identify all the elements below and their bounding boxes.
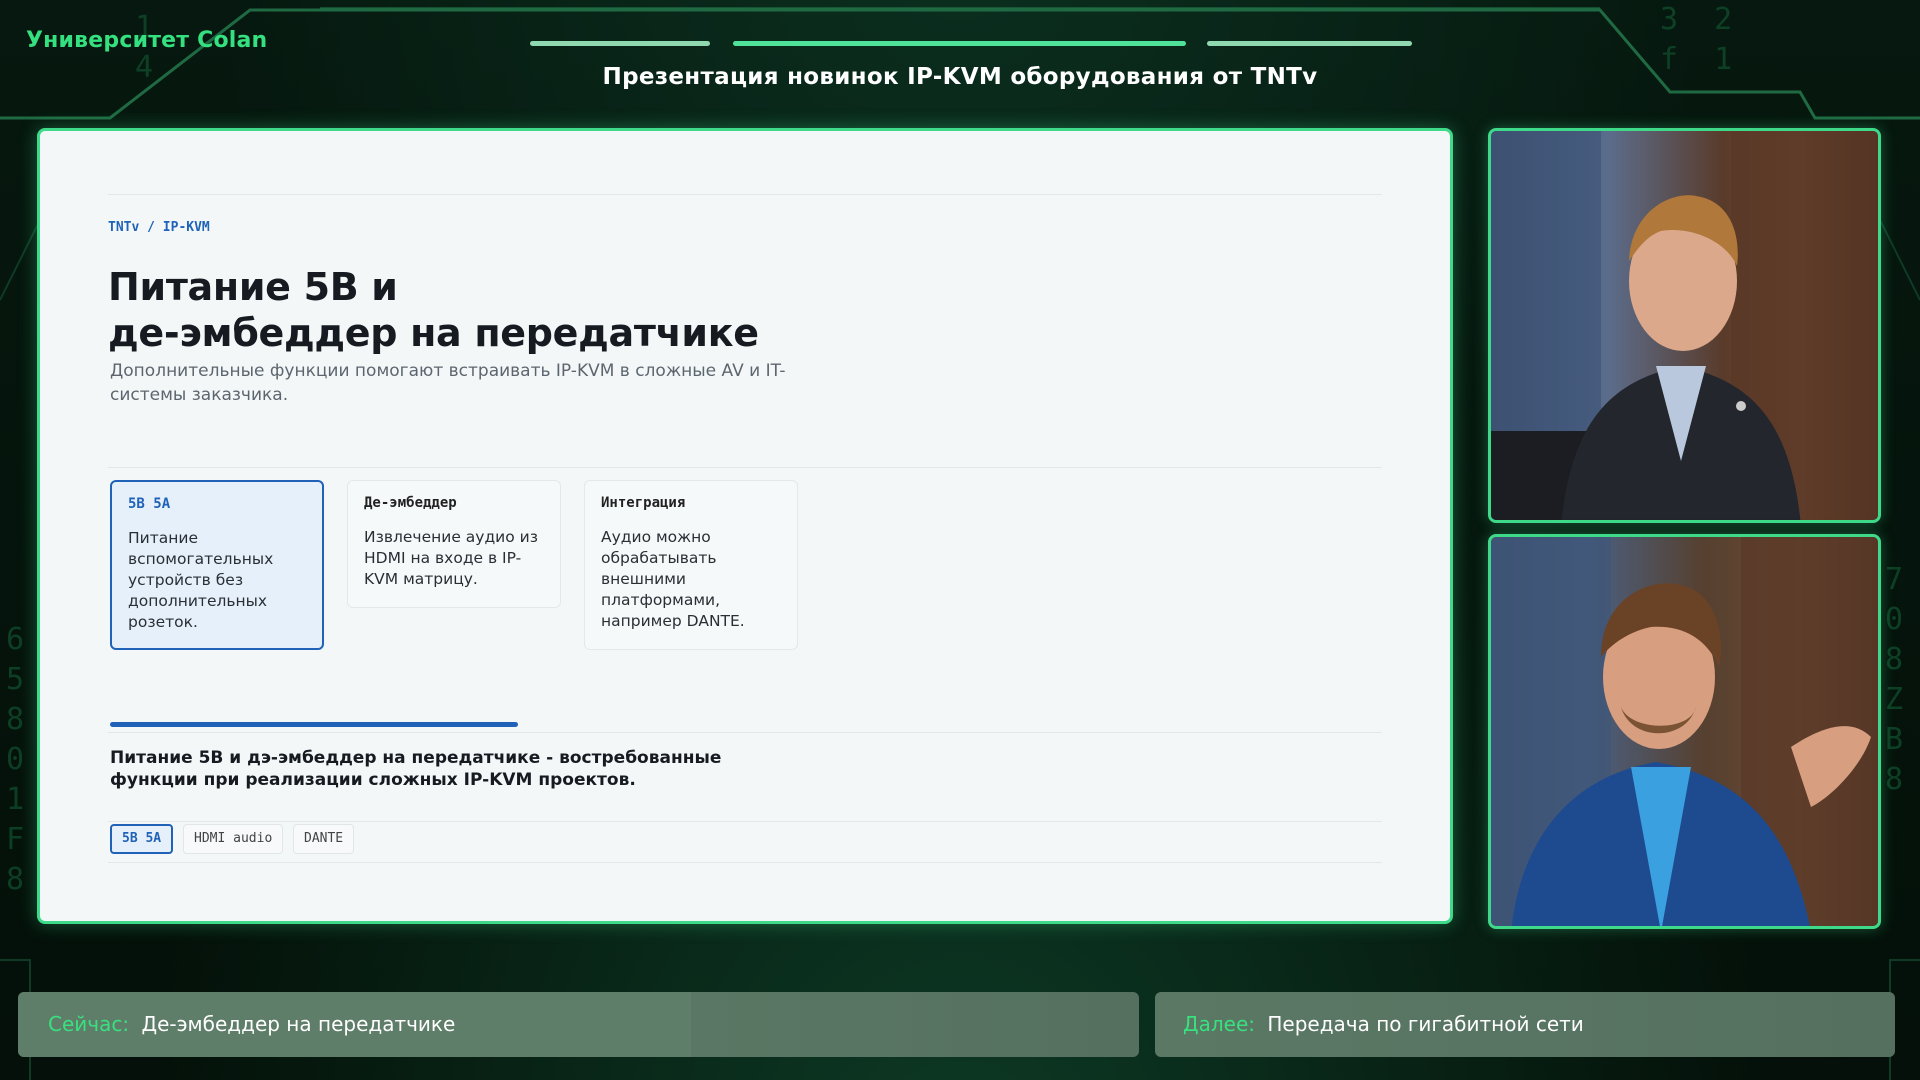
header-progress-segment-3 <box>1207 41 1412 46</box>
speaker-video-2 <box>1488 534 1881 929</box>
feature-card-title: Интеграция <box>601 495 686 511</box>
speaker-video-1 <box>1488 128 1881 523</box>
now-playing-bar: Сейчас: Де-эмбеддер на передатчике <box>18 992 1139 1057</box>
feature-card-integration: Интеграция Аудио можно обрабатывать внеш… <box>584 480 798 650</box>
feature-card-body: Извлечение аудио из HDMI на входе в IP-K… <box>364 528 538 588</box>
breadcrumb: TNTv / IP-KVM <box>108 220 210 235</box>
divider <box>108 467 1382 468</box>
next-key: Далее: <box>1183 1012 1256 1036</box>
tag-hdmi-audio: HDMI audio <box>183 824 284 854</box>
slide-subtitle: Дополнительные функции помогают встраива… <box>110 361 786 405</box>
next-value: Передача по гигабитной сети <box>1267 1012 1584 1036</box>
presentation-title: Презентация новинок IP-KVM оборудования … <box>602 64 1318 90</box>
header-progress-segment-2 <box>733 41 1186 46</box>
divider <box>108 821 1382 822</box>
feature-card-body: Аудио можно обрабатывать внешними платфо… <box>601 528 745 630</box>
now-label: Сейчас: Де-эмбеддер на передатчике <box>48 1012 455 1036</box>
now-key: Сейчас: <box>48 1012 130 1036</box>
next-up-bar: Далее: Передача по гигабитной сети <box>1155 992 1895 1057</box>
brand-logo-text: Университет Colan <box>26 28 268 53</box>
tag-power: 5В 5А <box>110 824 174 854</box>
accent-bar <box>110 722 518 727</box>
slide-panel: TNTv / IP-KVM Питание 5В и де-эмбеддер н… <box>37 128 1453 924</box>
next-label: Далее: Передача по гигабитной сети <box>1183 1012 1584 1036</box>
feature-card-title: Де-эмбеддер <box>364 495 457 511</box>
slide-title-line-1: Питание 5В и <box>108 265 398 309</box>
slide-title-line-2: де-эмбеддер на передатчике <box>108 311 759 355</box>
speaker-1-silhouette <box>1491 131 1878 520</box>
divider <box>108 194 1382 195</box>
feature-card-power: 5В 5А Питание вспомогательных устройств … <box>110 480 324 650</box>
header-progress-segment-1 <box>530 41 710 46</box>
divider <box>108 862 1382 863</box>
tag-dante: DANTE <box>293 824 355 854</box>
slide-summary: Питание 5В и дэ-эмбеддер на передатчике … <box>110 748 722 790</box>
speaker-2-silhouette <box>1491 537 1878 926</box>
slide-title: Питание 5В и де-эмбеддер на передатчике <box>108 264 1008 356</box>
now-value: Де-эмбеддер на передатчике <box>141 1012 456 1036</box>
divider <box>108 732 1382 733</box>
feature-card-deembedder: Де-эмбеддер Извлечение аудио из HDMI на … <box>347 480 561 608</box>
feature-card-body: Питание вспомогательных устройств без до… <box>128 529 274 631</box>
feature-card-title: 5В 5А <box>128 496 171 512</box>
